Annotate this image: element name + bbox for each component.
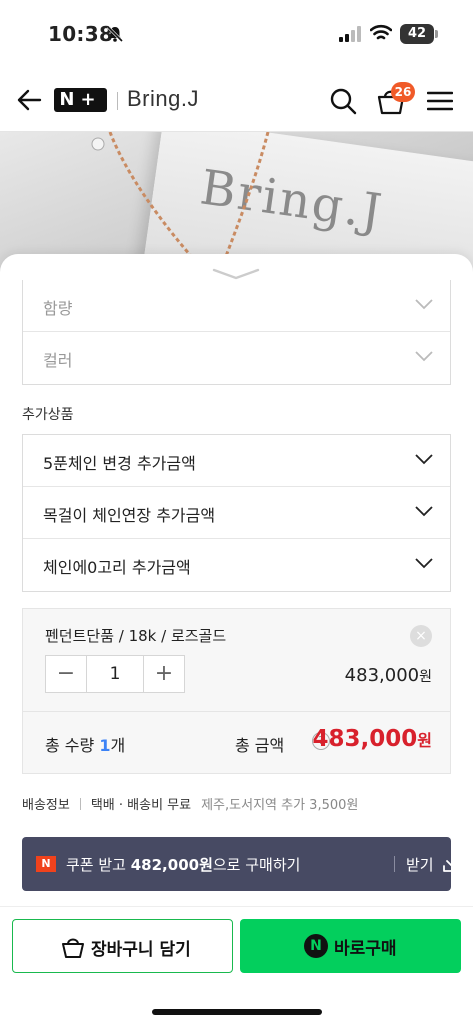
- addon-label: 목걸이 체인연장 추가금액: [43, 506, 216, 525]
- coupon-divider: [394, 856, 395, 872]
- app-header: N+ Bring.J 26: [0, 70, 473, 132]
- option-select-color[interactable]: 컬러: [23, 332, 450, 384]
- purchase-action-bar: 장바구니 담기 N 바로구매: [0, 906, 473, 1024]
- wifi-icon: [370, 24, 392, 40]
- chevron-down-icon: [415, 506, 433, 517]
- total-amount: 483,000원: [313, 726, 433, 752]
- add-to-cart-label: 장바구니 담기: [91, 940, 191, 960]
- quantity-value[interactable]: 1: [86, 656, 144, 692]
- coupon-amount: 482,000원: [130, 856, 213, 874]
- buy-now-label: 바로구매: [334, 939, 397, 959]
- total-summary: 총 수량 1개 총 금액 ? 483,000원: [23, 711, 450, 773]
- total-quantity-label: 총 수량: [45, 736, 95, 755]
- selected-item-name: 펜던트단품 / 18k / 로즈골드: [45, 627, 227, 645]
- shipping-extra-fee: 제주,도서지역 추가 3,500원: [201, 798, 359, 813]
- necklace-chain-graphic: [91, 132, 270, 272]
- price-unit: 원: [419, 669, 432, 685]
- remove-item-close-icon[interactable]: ×: [410, 625, 432, 647]
- battery-cap: [435, 30, 438, 38]
- addons-title: 추가상품: [22, 407, 74, 423]
- price-amount: 483,000: [344, 665, 420, 686]
- total-quantity-value: 1: [99, 736, 111, 755]
- coupon-text-suffix: 으로 구매하기: [212, 856, 301, 874]
- signal-icon: [339, 26, 361, 42]
- total-quantity-unit: 개: [110, 736, 126, 755]
- bell-muted-icon: [106, 25, 124, 43]
- naver-plus-logo[interactable]: N+: [54, 88, 107, 112]
- quantity-stepper: − 1 +: [45, 655, 185, 693]
- add-to-cart-button[interactable]: 장바구니 담기: [12, 919, 233, 973]
- addon-label: 5푼체인 변경 추가금액: [43, 454, 196, 473]
- addon-selectors: 5푼체인 변경 추가금액 목걸이 체인연장 추가금액 체인에0고리 추가금액: [22, 434, 451, 592]
- download-icon: [443, 854, 461, 872]
- option-selectors: 함량 컬러: [22, 280, 451, 385]
- coupon-text: 쿠폰 받고 482,000원으로 구매하기: [66, 854, 300, 875]
- naver-badge: N: [36, 856, 56, 872]
- hamburger-menu-icon[interactable]: [427, 90, 453, 112]
- back-arrow-icon[interactable]: [16, 88, 42, 112]
- shipping-divider: [79, 797, 81, 810]
- shipping-title: 배송정보: [22, 798, 70, 813]
- header-divider: [117, 92, 118, 110]
- option-label: 컬러: [43, 351, 73, 370]
- status-time: 10:38: [48, 22, 114, 46]
- shopping-bag-icon: [62, 938, 84, 958]
- cart-count-badge: 26: [391, 82, 415, 102]
- shipping-info: 배송정보 택배 · 배송비 무료 제주,도서지역 추가 3,500원: [22, 794, 358, 813]
- selected-item-price: 483,000원: [345, 665, 432, 686]
- total-quantity: 총 수량 1개: [45, 732, 125, 756]
- option-select-content[interactable]: 함량: [23, 280, 450, 332]
- coupon-banner[interactable]: N 쿠폰 받고 482,000원으로 구매하기 받기: [22, 837, 461, 891]
- addon-select-chain-ring[interactable]: 체인에0고리 추가금액: [23, 539, 450, 591]
- chevron-down-icon: [415, 558, 433, 569]
- total-amount-label: 총 금액: [235, 736, 285, 755]
- total-amount-value: 483,000: [312, 726, 418, 752]
- option-label: 함량: [43, 299, 73, 318]
- coupon-get-label: 받기: [406, 856, 434, 874]
- store-name[interactable]: Bring.J: [127, 86, 199, 112]
- product-hero-image: Bring.J: [0, 132, 473, 272]
- naver-pay-icon: N: [304, 934, 328, 958]
- home-indicator: [152, 1009, 322, 1015]
- addon-label: 체인에0고리 추가금액: [43, 558, 191, 577]
- addon-select-chain-extension[interactable]: 목걸이 체인연장 추가금액: [23, 487, 450, 539]
- addon-select-chain-upgrade[interactable]: 5푼체인 변경 추가금액: [23, 435, 450, 487]
- selected-item-card: 펜던트단품 / 18k / 로즈골드 × − 1 + 483,000원 총 수량…: [22, 608, 451, 774]
- chevron-down-icon: [415, 454, 433, 465]
- chevron-down-icon: [415, 299, 433, 310]
- total-amount-unit: 원: [417, 731, 432, 750]
- status-bar: 10:38 42: [0, 0, 473, 70]
- battery-indicator: 42: [400, 24, 434, 44]
- chevron-down-icon: [415, 351, 433, 362]
- coupon-text-prefix: 쿠폰 받고: [66, 856, 131, 874]
- decrease-quantity-button[interactable]: −: [46, 656, 86, 692]
- shipping-method: 택배 · 배송비 무료: [90, 798, 192, 813]
- increase-quantity-button[interactable]: +: [144, 656, 184, 692]
- buy-now-button[interactable]: N 바로구매: [240, 919, 461, 973]
- search-icon[interactable]: [329, 87, 357, 115]
